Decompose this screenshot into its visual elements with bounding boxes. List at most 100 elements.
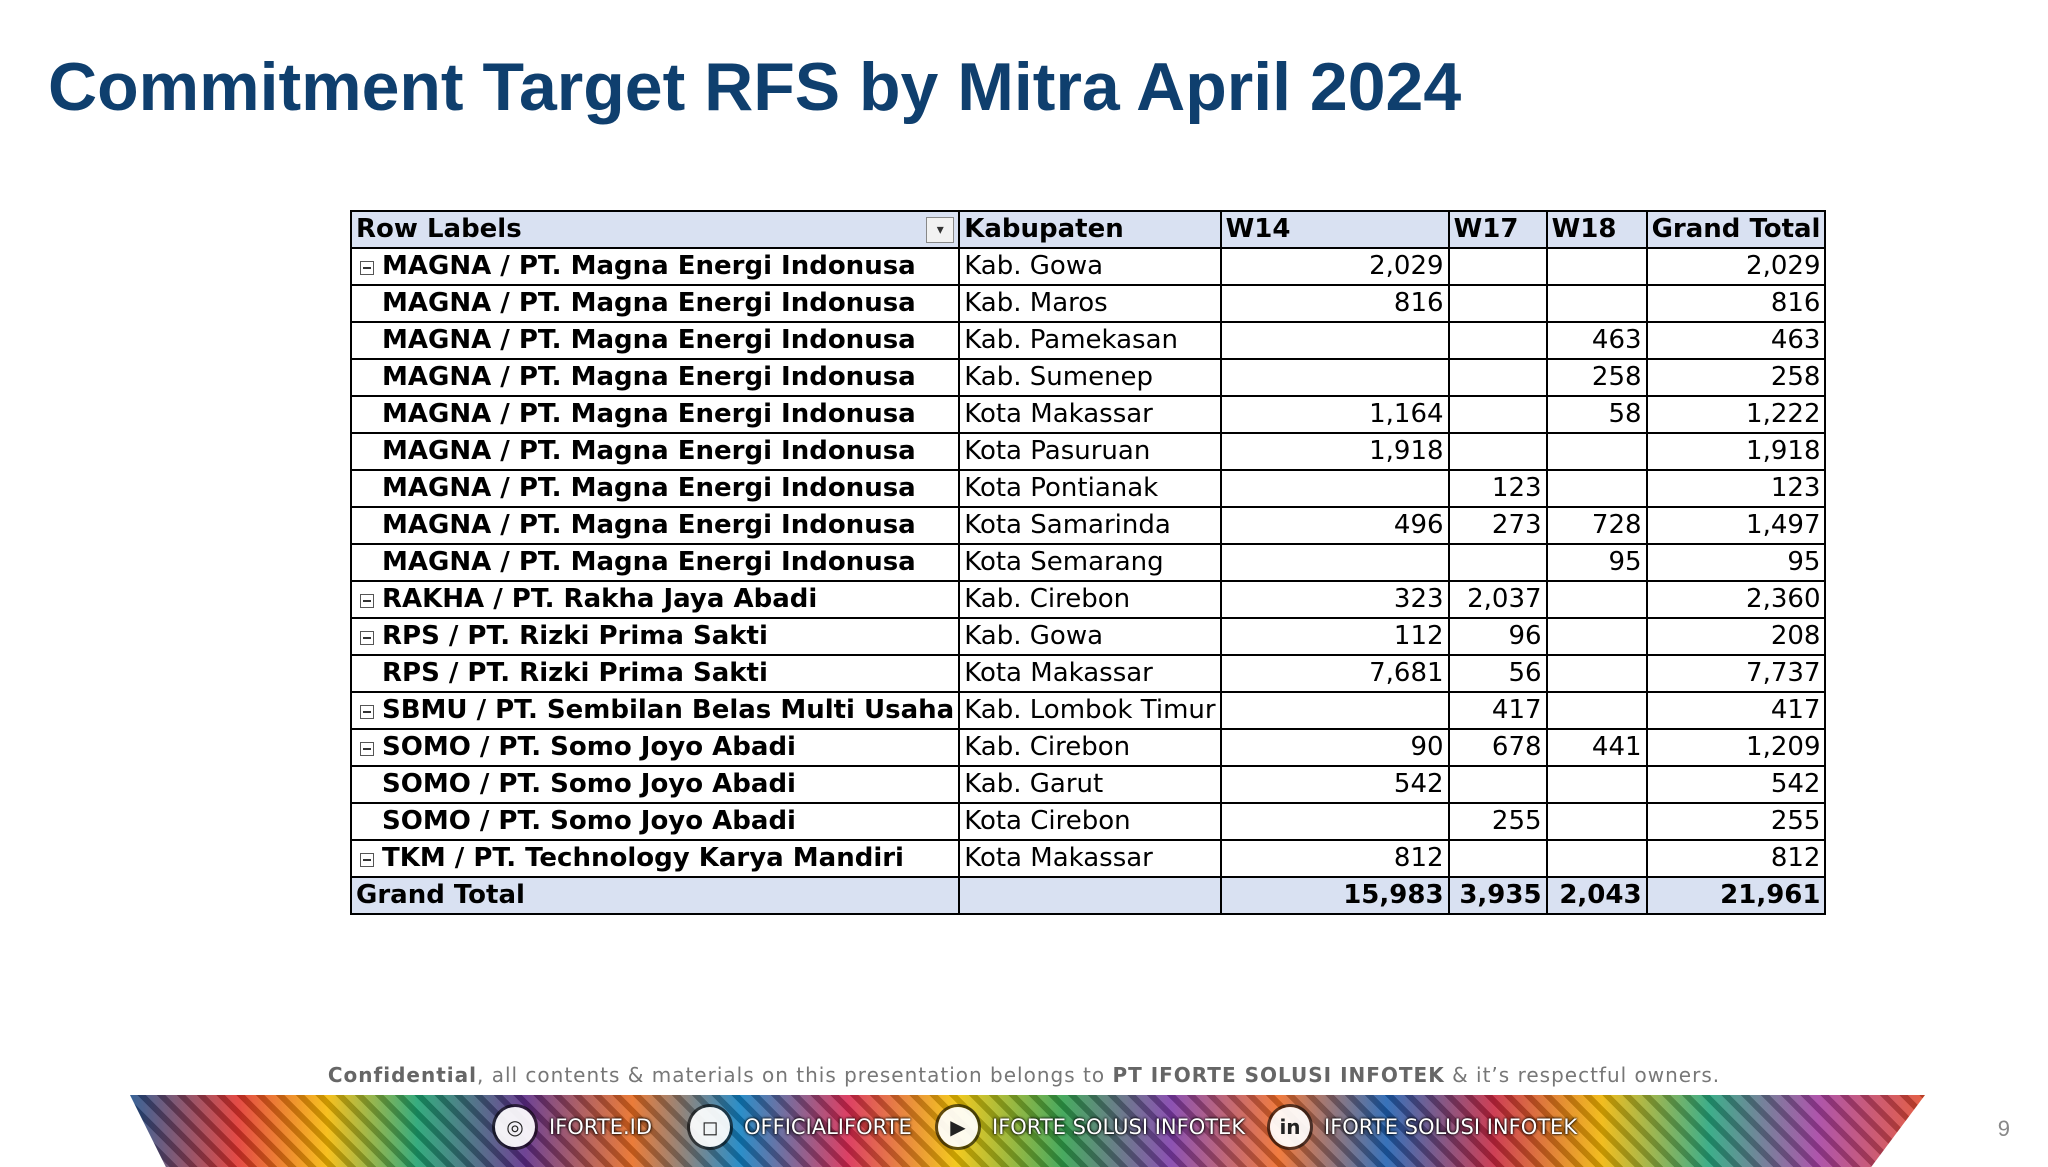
row-label-text: MAGNA / PT. Magna Energi Indonusa [382, 510, 916, 540]
table-row: TKM / PT. Technology Karya Mandiri Kota M… [349, 839, 1827, 878]
grand-total-cell: 417 [1645, 691, 1827, 730]
globe-icon: ◎ [495, 1107, 535, 1147]
w18-cell [1545, 765, 1648, 804]
header-grand-total: Grand Total [1645, 210, 1827, 249]
filter-dropdown-icon[interactable]: ▾ [926, 217, 955, 243]
grand-total-cell: 463 [1645, 321, 1827, 360]
w14-cell: 1,918 [1219, 432, 1450, 471]
kabupaten-cell: Kab. Pamekasan [958, 321, 1222, 360]
grand-total-cell: 542 [1645, 765, 1827, 804]
w18-cell [1545, 617, 1648, 656]
w18-cell: 728 [1545, 506, 1648, 545]
row-label-text: RPS / PT. Rizki Prima Sakti [382, 658, 768, 688]
row-label-text: MAGNA / PT. Magna Energi Indonusa [382, 325, 916, 355]
grand-total-w14: 15,983 [1219, 876, 1450, 915]
header-w18: W18 [1545, 210, 1648, 249]
social-youtube[interactable]: ▶ IFORTE SOLUSI INFOTEK [938, 1107, 1245, 1147]
row-label-text: RPS / PT. Rizki Prima Sakti [382, 621, 768, 651]
w18-cell: 441 [1545, 728, 1648, 767]
w18-cell [1545, 654, 1648, 693]
header-label: Row Labels [356, 214, 522, 244]
row-label: MAGNA / PT. Magna Energi Indonusa [349, 247, 961, 286]
kabupaten-cell: Kota Samarinda [958, 506, 1222, 545]
collapse-icon[interactable] [360, 853, 374, 867]
kabupaten-cell: Kab. Maros [958, 284, 1222, 323]
row-label-text: MAGNA / PT. Magna Energi Indonusa [382, 362, 916, 392]
row-label: SOMO / PT. Somo Joyo Abadi [349, 728, 961, 767]
table-row: SOMO / PT. Somo Joyo Abadi Kota Cirebon 25… [349, 802, 1827, 841]
row-label: MAGNA / PT. Magna Energi Indonusa [349, 395, 961, 434]
social-instagram[interactable]: ◻ OFFICIALIFORTE [690, 1107, 912, 1147]
row-label: RAKHA / PT. Rakha Jaya Abadi [349, 580, 961, 619]
row-label: RPS / PT. Rizki Prima Sakti [349, 617, 961, 656]
grand-total-cell: 123 [1645, 469, 1827, 508]
grand-total-cell: 255 [1645, 802, 1827, 841]
w14-cell [1219, 469, 1450, 508]
w17-cell [1447, 284, 1548, 323]
row-label-text: SOMO / PT. Somo Joyo Abadi [382, 806, 796, 836]
kabupaten-cell: Kota Semarang [958, 543, 1222, 582]
grand-total-cell: 208 [1645, 617, 1827, 656]
grand-total-cell: 812 [1645, 839, 1827, 878]
social-website[interactable]: ◎ IFORTE.ID [495, 1107, 652, 1147]
grand-total-cell: 258 [1645, 358, 1827, 397]
table-row: SOMO / PT. Somo Joyo Abadi Kab. Garut 542 5… [349, 765, 1827, 804]
social-linkedin[interactable]: in IFORTE SOLUSI INFOTEK [1270, 1107, 1577, 1147]
w17-cell: 255 [1447, 802, 1548, 841]
w18-cell [1545, 839, 1648, 878]
grand-total-cell: 1,497 [1645, 506, 1827, 545]
w18-cell [1545, 580, 1648, 619]
collapse-icon[interactable] [360, 261, 374, 275]
header-w14: W14 [1219, 210, 1450, 249]
grand-total-cell: 2,360 [1645, 580, 1827, 619]
confidential-company: PT IFORTE SOLUSI INFOTEK [1112, 1063, 1445, 1087]
row-label-text: MAGNA / PT. Magna Energi Indonusa [382, 473, 916, 503]
row-label-text: SOMO / PT. Somo Joyo Abadi [382, 732, 796, 762]
w14-cell: 812 [1219, 839, 1450, 878]
grand-total-cell: 1,918 [1645, 432, 1827, 471]
confidential-notice: Confidential, all contents & materials o… [0, 1063, 2048, 1087]
social-instagram-text: OFFICIALIFORTE [744, 1115, 912, 1139]
grand-total-cell: 816 [1645, 284, 1827, 323]
kabupaten-cell: Kab. Cirebon [958, 580, 1222, 619]
w14-cell [1219, 543, 1450, 582]
collapse-icon[interactable] [360, 631, 374, 645]
w14-cell [1219, 691, 1450, 730]
w14-cell: 112 [1219, 617, 1450, 656]
grand-total-kab [958, 876, 1222, 915]
row-label-text: MAGNA / PT. Magna Energi Indonusa [382, 547, 916, 577]
w18-cell [1545, 691, 1648, 730]
kabupaten-cell: Kab. Gowa [958, 617, 1222, 656]
collapse-icon[interactable] [360, 705, 374, 719]
grand-total-w18: 2,043 [1545, 876, 1648, 915]
w14-cell: 1,164 [1219, 395, 1450, 434]
table-row: MAGNA / PT. Magna Energi Indonusa Kota Po… [349, 469, 1827, 508]
row-label: MAGNA / PT. Magna Energi Indonusa [349, 543, 961, 582]
w17-cell: 96 [1447, 617, 1548, 656]
collapse-icon[interactable] [360, 594, 374, 608]
kabupaten-cell: Kota Pasuruan [958, 432, 1222, 471]
social-website-text: IFORTE.ID [549, 1115, 653, 1139]
w17-cell [1447, 247, 1548, 286]
w17-cell: 2,037 [1447, 580, 1548, 619]
w17-cell [1447, 432, 1548, 471]
w17-cell: 417 [1447, 691, 1548, 730]
slide-title: Commitment Target RFS by Mitra April 202… [48, 49, 1462, 125]
collapse-icon[interactable] [360, 742, 374, 756]
grand-total-label: Grand Total [349, 876, 961, 915]
w17-cell [1447, 765, 1548, 804]
w14-cell [1219, 321, 1450, 360]
kabupaten-cell: Kab. Lombok Timur [958, 691, 1222, 730]
row-label-text: MAGNA / PT. Magna Energi Indonusa [382, 251, 916, 281]
kabupaten-cell: Kota Makassar [958, 395, 1222, 434]
grand-total-cell: 95 [1645, 543, 1827, 582]
w14-cell [1219, 358, 1450, 397]
w18-cell [1545, 469, 1648, 508]
w18-cell [1545, 284, 1648, 323]
w14-cell: 7,681 [1219, 654, 1450, 693]
kabupaten-cell: Kota Cirebon [958, 802, 1222, 841]
w17-cell [1447, 358, 1548, 397]
table-row: SOMO / PT. Somo Joyo Abadi Kab. Cirebon 90… [349, 728, 1827, 767]
header-row: Row Labels ▾ Kabupaten W14 W17 W18 Grand… [349, 210, 1827, 249]
table-row: RPS / PT. Rizki Prima Sakti Kab. Gowa 112 9… [349, 617, 1827, 656]
